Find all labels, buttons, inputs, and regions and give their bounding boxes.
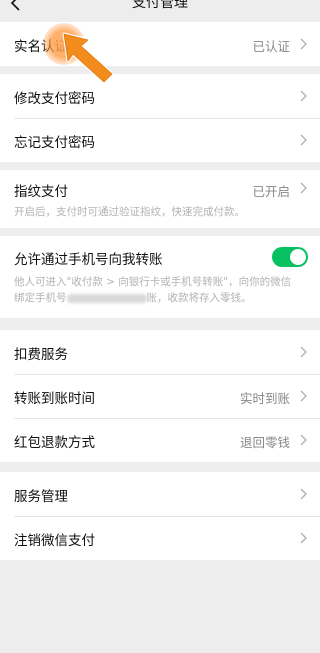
nav-bar: 支付管理 — [0, 0, 320, 22]
phone-transfer-row: 允许通过手机号向我转账 — [0, 236, 320, 274]
group-fingerprint: 指纹支付 已开启 开启后，支付时可通过验证指纹，快速完成付款。 — [0, 170, 320, 228]
deduction-service-row[interactable]: 扣费服务 — [0, 330, 320, 374]
transfer-arrival-time-row[interactable]: 转账到账时间 实时到账 — [0, 374, 320, 418]
phone-transfer-toggle[interactable] — [272, 247, 308, 267]
phone-transfer-desc-prefix: 绑定手机号 — [14, 292, 67, 304]
phone-transfer-desc-suffix: 账，收款将存入零钱。 — [146, 292, 252, 304]
fingerprint-pay-description: 开启后，支付时可通过验证指纹，快速完成付款。 — [14, 206, 245, 218]
transfer-arrival-time-value: 实时到账 — [239, 391, 290, 406]
red-packet-refund-value: 退回零钱 — [239, 435, 290, 450]
page-title: 支付管理 — [132, 0, 188, 11]
chevron-right-icon — [300, 488, 307, 500]
toggle-knob — [290, 249, 306, 265]
change-password-label: 修改支付密码 — [14, 91, 95, 107]
phone-transfer-desc-line2: 绑定手机号 账，收款将存入零钱。 — [14, 290, 308, 306]
redacted-phone-number — [66, 293, 147, 303]
forgot-password-row[interactable]: 忘记支付密码 — [0, 118, 320, 162]
chevron-right-icon — [300, 390, 307, 402]
transfer-arrival-time-label: 转账到账时间 — [14, 391, 95, 407]
group-phone-transfer: 允许通过手机号向我转账 他人可进入"收付款 > 向银行卡或手机号转账"，向你的微… — [0, 236, 320, 318]
cancel-wechat-pay-label: 注销微信支付 — [14, 533, 95, 549]
red-packet-refund-label: 红包退款方式 — [14, 435, 95, 451]
change-password-row[interactable]: 修改支付密码 — [0, 74, 320, 118]
pointer-arrow-icon — [62, 32, 114, 84]
cancel-wechat-pay-row[interactable]: 注销微信支付 — [0, 516, 320, 560]
service-management-row[interactable]: 服务管理 — [0, 472, 320, 516]
group-services: 扣费服务 转账到账时间 实时到账 红包退款方式 退回零钱 — [0, 330, 320, 462]
chevron-right-icon — [300, 134, 307, 146]
fingerprint-pay-status: 已开启 — [252, 184, 290, 199]
forgot-password-label: 忘记支付密码 — [14, 135, 95, 151]
chevron-right-icon — [300, 90, 307, 102]
service-management-label: 服务管理 — [14, 489, 68, 505]
group-management: 服务管理 注销微信支付 — [0, 472, 320, 560]
chevron-right-icon — [300, 532, 307, 544]
chevron-right-icon — [300, 346, 307, 358]
phone-transfer-description: 他人可进入"收付款 > 向银行卡或手机号转账"，向你的微信 绑定手机号 账，收款将… — [14, 274, 308, 306]
red-packet-refund-row[interactable]: 红包退款方式 退回零钱 — [0, 418, 320, 462]
chevron-right-icon — [300, 38, 307, 50]
realname-auth-status: 已认证 — [252, 39, 290, 54]
phone-transfer-label: 允许通过手机号向我转账 — [14, 252, 163, 268]
group-password: 修改支付密码 忘记支付密码 — [0, 74, 320, 162]
chevron-right-icon — [300, 182, 307, 194]
phone-transfer-desc-line1: 他人可进入"收付款 > 向银行卡或手机号转账"，向你的微信 — [14, 276, 292, 288]
chevron-right-icon — [300, 434, 307, 446]
fingerprint-pay-label: 指纹支付 — [14, 184, 68, 200]
deduction-service-label: 扣费服务 — [14, 347, 68, 363]
